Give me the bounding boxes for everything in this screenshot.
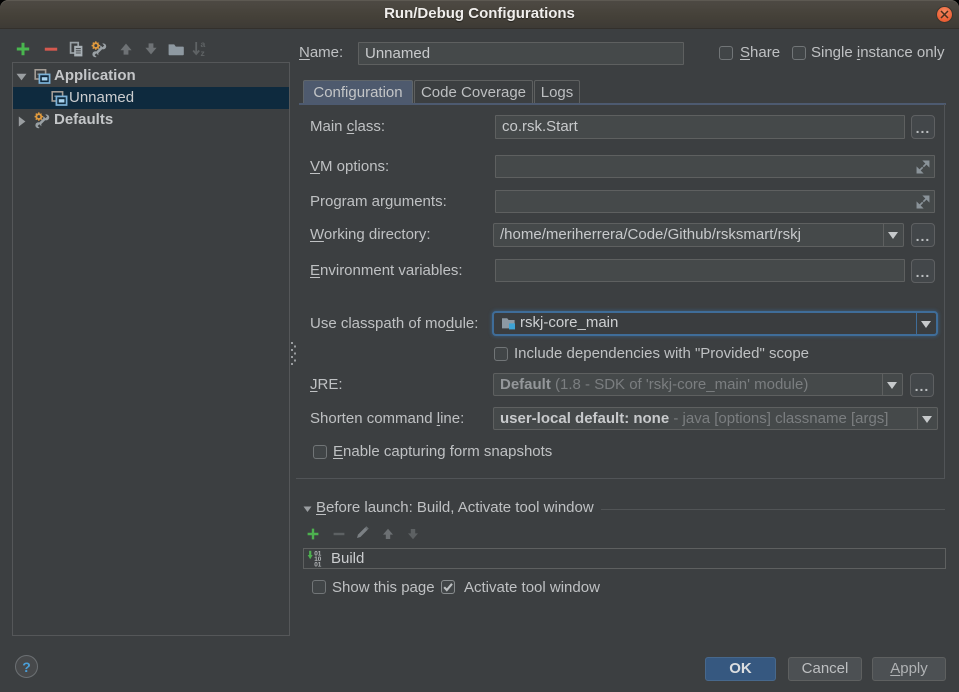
svg-text:01: 01 [314, 561, 322, 567]
svg-text:z: z [201, 48, 205, 58]
